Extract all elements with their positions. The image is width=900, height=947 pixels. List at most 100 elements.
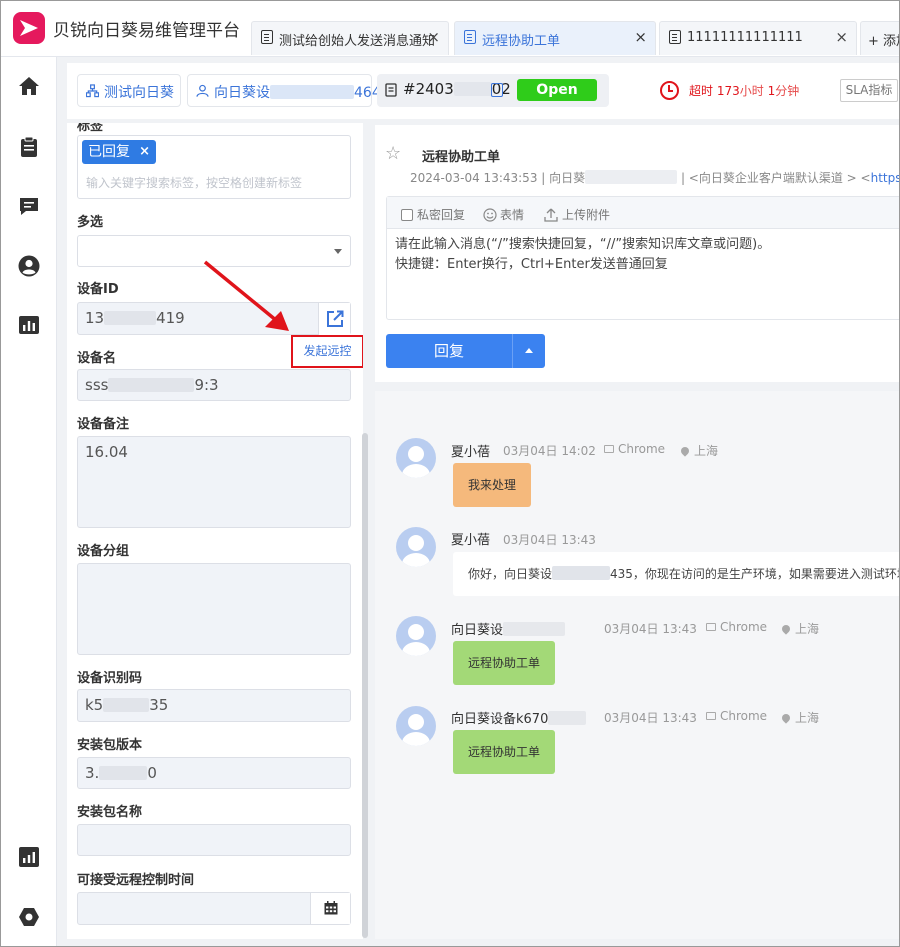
monitor-icon	[706, 712, 716, 720]
time-label: 可接受远程控制时间	[77, 873, 195, 888]
device-name-suffix: 9:3	[194, 376, 219, 394]
form-scrollbar[interactable]	[362, 433, 368, 938]
settings-icon[interactable]	[17, 905, 41, 929]
remove-tag-icon[interactable]: ×	[139, 140, 150, 164]
emoji-button[interactable]: 表情	[483, 206, 524, 223]
external-link-icon	[327, 310, 344, 327]
close-icon[interactable]: ×	[427, 28, 440, 46]
caret-down-icon	[334, 249, 342, 254]
time-field[interactable]	[77, 892, 351, 925]
device-name-label: 设备名	[77, 351, 117, 366]
chat-icon[interactable]	[17, 194, 41, 218]
top-bar: 贝锐向日葵易维管理平台 测试给创始人发送消息通知 × 远程协助工单 × 1111…	[1, 1, 899, 57]
sla-minutes-unit: 分钟	[775, 84, 800, 98]
side-nav	[1, 57, 57, 946]
reply-button[interactable]: 回复	[386, 334, 512, 368]
device-id-prefix: 13	[85, 309, 105, 327]
sender-name-text: 向日葵设备k670	[451, 712, 549, 727]
code-value: k5 35	[85, 696, 168, 714]
device-chip[interactable]: 向日葵设 4641	[187, 74, 390, 107]
home-icon[interactable]	[17, 74, 41, 98]
reply-editor[interactable]: 私密回复 表情 上传附件 请在此输入消息(“/”搜索快捷回复，“//”搜索知识库…	[386, 196, 899, 320]
smile-icon	[483, 208, 497, 222]
editor-placeholder-line2: 快捷键：Enter换行，Ctrl+Enter发送普通回复	[395, 257, 668, 272]
remark-textarea[interactable]: 16.04	[77, 436, 351, 528]
location-pin-icon	[780, 712, 792, 724]
report-icon[interactable]	[17, 313, 41, 337]
tags-input[interactable]: 输入关键字搜索标签，按空格创建新标签	[86, 174, 302, 191]
calendar-button[interactable]	[310, 893, 350, 924]
device-name-value: sss 9:3	[85, 376, 219, 394]
checkbox-icon	[401, 209, 413, 221]
sla-hours: 173	[716, 84, 740, 98]
clock-icon	[660, 81, 679, 100]
tab-label: 测试给创始人发送消息通知	[279, 34, 436, 49]
upload-button[interactable]: 上传附件	[544, 206, 610, 223]
monitor-icon	[706, 623, 716, 631]
sla-button[interactable]: SLA指标	[840, 79, 898, 102]
message-time: 03月04日 13:43	[604, 622, 697, 636]
location-label: 上海	[795, 622, 820, 636]
tab-111[interactable]: 11111111111111 ×	[659, 21, 857, 55]
tab-label: 11111111111111	[687, 30, 803, 45]
version-value: 3. 0	[85, 764, 157, 782]
message-bubble: 远程协助工单	[453, 730, 556, 774]
reply-panel: ☆ 远程协助工单 2024-03-04 13:43:53 | 向日葵 | <向日…	[375, 125, 899, 382]
tab-label: 远程协助工单	[482, 34, 561, 49]
device-id-label: 设备ID	[77, 282, 119, 297]
message-location: 上海	[780, 620, 820, 637]
meta-link[interactable]: https://	[871, 171, 899, 185]
org-chip[interactable]: 测试向日葵	[77, 74, 181, 107]
tab-remote-ticket[interactable]: 远程协助工单 ×	[454, 21, 656, 55]
annotation-arrow-icon	[203, 260, 289, 331]
close-icon[interactable]: ×	[634, 28, 647, 46]
remark-value: 16.04	[85, 443, 128, 461]
version-suffix: 0	[147, 764, 157, 782]
org-name: 测试向日葵	[104, 85, 174, 101]
tag-replied: 已回复 ×	[82, 140, 156, 164]
device-id-value: 13 419	[85, 309, 185, 327]
sender-name: 夏小蓓	[451, 533, 491, 548]
private-reply-checkbox[interactable]: 私密回复	[401, 206, 465, 223]
tags-field[interactable]: 已回复 × 输入关键字搜索标签，按空格创建新标签	[77, 135, 351, 199]
message-browser: Chrome	[604, 442, 665, 456]
star-icon[interactable]: ☆	[385, 143, 401, 164]
group-textarea[interactable]	[77, 563, 351, 655]
close-icon[interactable]: ×	[835, 28, 848, 46]
sla-hours-unit: 小时	[739, 84, 764, 98]
tab-notify[interactable]: 测试给创始人发送消息通知 ×	[251, 21, 449, 55]
clipboard-icon[interactable]	[17, 135, 41, 159]
message-text-suffix: 435，你现在访问的是生产环境，如果需要进入测试环境	[610, 567, 900, 581]
reply-options-button[interactable]	[512, 334, 545, 368]
version-prefix: 3.	[85, 764, 100, 782]
tab-add[interactable]: + 添加	[860, 21, 899, 55]
org-icon	[86, 84, 99, 98]
open-external-button[interactable]	[318, 303, 350, 335]
person-icon	[196, 84, 209, 97]
ticket-id-box: #2403 02 Open	[377, 74, 609, 107]
device-form: 标签 已回复 × 输入关键字搜索标签，按空格创建新标签 多选 设备ID 13 419…	[67, 123, 363, 939]
start-remote-control-link[interactable]: 发起远控	[291, 335, 363, 368]
code-suffix: 35	[149, 696, 169, 714]
code-prefix: k5	[85, 696, 104, 714]
message-browser: Chrome	[706, 620, 767, 634]
avatar	[396, 527, 436, 567]
reply-input[interactable]: 请在此输入消息(“/”搜索快捷回复，“//”搜索知识库文章或问题)。 快捷键：E…	[395, 235, 770, 275]
avatar	[396, 706, 436, 746]
sender-name-text: 向日葵设	[451, 623, 504, 638]
document-icon	[669, 30, 681, 44]
version-field[interactable]: 3. 0	[77, 757, 351, 789]
calendar-icon	[324, 901, 338, 915]
device-id-suffix: 419	[156, 309, 185, 327]
copy-icon[interactable]	[491, 83, 503, 97]
package-field[interactable]	[77, 824, 351, 856]
statistics-icon[interactable]	[17, 845, 41, 869]
app-window: 贝锐向日葵易维管理平台 测试给创始人发送消息通知 × 远程协助工单 × 1111…	[0, 0, 900, 947]
code-field[interactable]: k5 35	[77, 689, 351, 722]
tags-label: 标签	[77, 123, 104, 134]
upload-label: 上传附件	[562, 208, 611, 222]
user-icon[interactable]	[17, 254, 41, 278]
device-name-field[interactable]: sss 9:3	[77, 369, 351, 401]
message-location: 上海	[679, 442, 718, 459]
package-label: 安装包名称	[77, 805, 143, 820]
